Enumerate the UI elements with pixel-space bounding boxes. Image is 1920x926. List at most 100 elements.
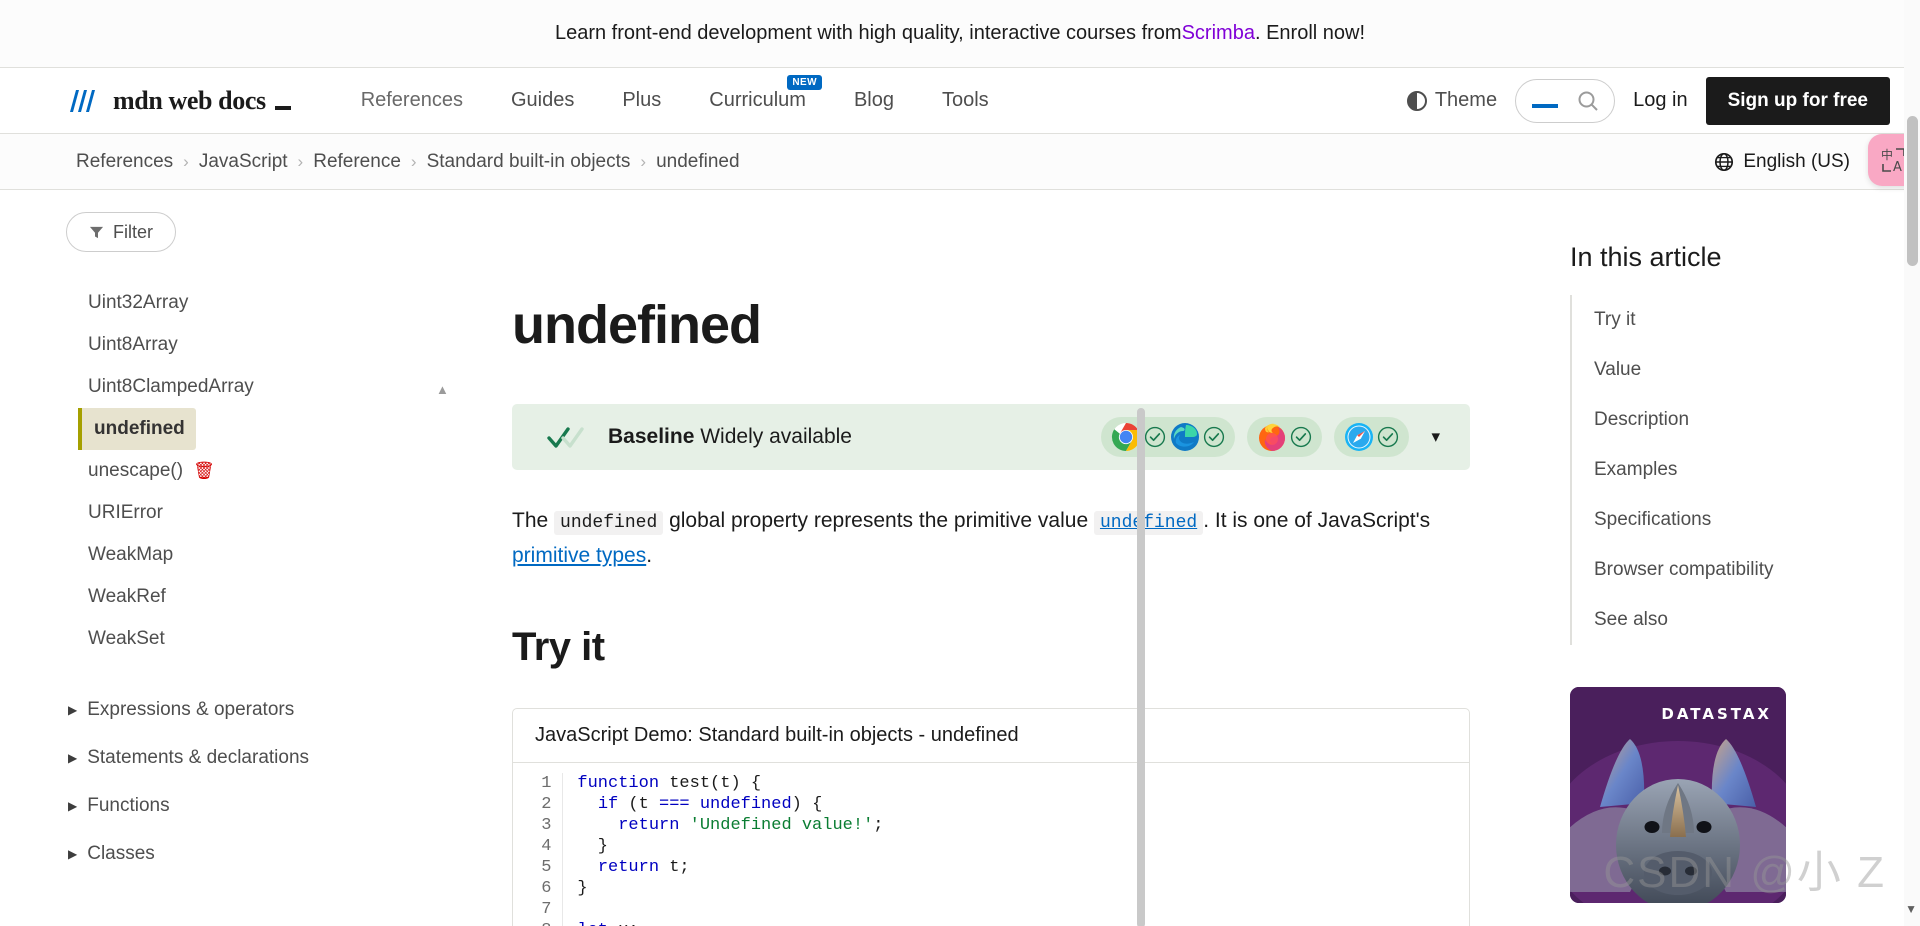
sidebar-item-label: unescape() — [88, 460, 184, 481]
nav-label: References — [360, 89, 463, 111]
sidebar-item-weakmap[interactable]: WeakMap — [0, 534, 452, 576]
promo-text-before: Learn front-end development with high qu… — [554, 22, 1182, 44]
intro-text-3: . It is one of JavaScript's — [1203, 509, 1431, 532]
sidebar-item-uint8clampedarray[interactable]: Uint8ClampedArray — [0, 366, 452, 408]
sidebar: Filter ▲ Uint32Array Uint8Array Uint8Cla… — [0, 190, 452, 926]
trash-icon: 🗑 — [193, 461, 215, 480]
search-caret — [1532, 103, 1559, 108]
nav-item-blog[interactable]: Blog — [830, 83, 918, 118]
language-label: English (US) — [1743, 150, 1850, 172]
baseline-widget[interactable]: Baseline Widely available ▾ — [512, 404, 1470, 470]
toc-item-value[interactable]: Value — [1572, 345, 1920, 395]
site-header: mdn web docs References Guides Plus Curr… — [0, 68, 1920, 134]
sidebar-item-weakref[interactable]: WeakRef — [0, 576, 452, 618]
toc-heading: In this article — [1570, 242, 1722, 272]
contrast-icon — [1406, 90, 1427, 111]
section-heading-try-it: Try it — [512, 625, 605, 670]
header-actions: Theme Log in Sign up for free — [1406, 76, 1890, 125]
ad-brand-text: DATASTAX — [1661, 705, 1772, 723]
sidebar-group-label: Expressions & operators — [87, 699, 295, 720]
sidebar-group-classes[interactable]: ▶ Classes — [0, 830, 452, 878]
language-selector[interactable]: English (US) — [1714, 151, 1890, 173]
sidebar-item-label: Uint32Array — [88, 292, 189, 313]
browser-group-firefox — [1247, 417, 1323, 457]
mdn-page: Learn front-end development with high qu… — [0, 0, 1920, 926]
nav-item-guides[interactable]: Guides — [487, 83, 598, 118]
nav-item-references[interactable]: References — [337, 83, 487, 118]
globe-icon — [1715, 152, 1734, 171]
baseline-label: Baseline Widely available — [608, 425, 852, 449]
filter-button[interactable]: Filter — [66, 212, 176, 252]
search-icon — [1578, 91, 1598, 111]
sidebar-group-expressions-operators[interactable]: ▶ Expressions & operators — [0, 686, 452, 734]
theme-toggle-button[interactable]: Theme — [1406, 89, 1497, 112]
page-scrollbar[interactable]: ▼ — [1904, 0, 1920, 926]
sidebar-item-label: WeakMap — [88, 544, 174, 565]
demo-panel: JavaScript Demo: Standard built-in objec… — [512, 708, 1470, 926]
search-input[interactable] — [1515, 78, 1616, 123]
toc-item-browser-compatibility[interactable]: Browser compatibility — [1572, 545, 1920, 595]
sidebar-item-label: undefined — [94, 418, 185, 439]
promo-text-after: . Enroll now! — [1254, 22, 1366, 44]
nav-label: Blog — [853, 89, 894, 111]
baseline-name: Baseline — [608, 425, 695, 448]
signup-button[interactable]: Sign up for free — [1705, 76, 1890, 125]
login-link[interactable]: Log in — [1633, 89, 1688, 112]
breadcrumb-item-undefined: undefined — [656, 150, 740, 172]
mdn-logo[interactable]: mdn web docs — [68, 86, 291, 116]
promo-link-scrimba[interactable]: Scrimba — [1182, 22, 1255, 45]
sidebar-item-label: WeakSet — [88, 628, 165, 649]
safari-icon — [1344, 422, 1399, 452]
advertisement[interactable]: DATASTAX — [1570, 687, 1786, 903]
toc-sidebar: In this article Try it Value Description… — [1540, 190, 1920, 926]
sidebar-item-weakset[interactable]: WeakSet — [0, 618, 452, 660]
chevron-right-icon: ▶ — [68, 847, 78, 861]
sidebar-group-functions[interactable]: ▶ Functions — [0, 782, 452, 830]
nav-item-tools[interactable]: Tools — [918, 83, 1013, 118]
svg-text:中: 中 — [1881, 147, 1893, 162]
content-scrollbar-thumb[interactable] — [1137, 408, 1145, 926]
breadcrumb-item-references[interactable]: References — [68, 151, 181, 173]
baseline-check-icon — [547, 427, 584, 448]
toc-item-see-also[interactable]: See also — [1572, 595, 1920, 645]
intro-text-4: . — [646, 543, 653, 567]
sidebar-item-urierror[interactable]: URIError — [0, 492, 452, 534]
sidebar-group-label: Functions — [87, 795, 170, 816]
new-badge: NEW — [787, 75, 822, 90]
browser-group-safari — [1334, 417, 1410, 457]
baseline-status: Widely available — [700, 425, 852, 448]
sidebar-list: Uint32Array Uint8Array Uint8ClampedArray… — [0, 282, 452, 660]
toc-item-examples[interactable]: Examples — [1572, 445, 1920, 495]
nav-item-curriculum[interactable]: Curriculum NEW — [685, 75, 830, 118]
toc-item-try-it[interactable]: Try it — [1572, 295, 1920, 345]
mdn-logo-mark — [70, 89, 95, 112]
breadcrumb-item-standard-built-in-objects[interactable]: Standard built-in objects — [419, 151, 639, 173]
scroll-down-arrow-icon[interactable]: ▼ — [1905, 902, 1917, 916]
chevron-down-icon[interactable]: ▾ — [1431, 427, 1440, 447]
breadcrumb-item-reference[interactable]: Reference — [305, 151, 409, 173]
breadcrumb-item-javascript[interactable]: JavaScript — [191, 151, 296, 173]
breadcrumb-separator: › — [183, 151, 189, 171]
sidebar-item-label: Uint8ClampedArray — [88, 376, 254, 397]
sidebar-group-label: Classes — [87, 843, 155, 864]
intro-paragraph: The undefined global property represents… — [512, 504, 1470, 573]
nav-item-plus[interactable]: Plus — [598, 83, 685, 118]
sidebar-item-undefined[interactable]: undefined — [78, 408, 196, 450]
sidebar-group-statements-declarations[interactable]: ▶ Statements & declarations — [0, 734, 452, 782]
sidebar-item-unescape[interactable]: unescape() 🗑 — [0, 450, 452, 492]
code-block[interactable]: 1 2 3 4 5 6 7 8 9 10 11 function test(t)… — [513, 763, 1469, 926]
sidebar-item-label: URIError — [88, 502, 163, 523]
toc-item-specifications[interactable]: Specifications — [1572, 495, 1920, 545]
sidebar-item-label: WeakRef — [88, 586, 166, 607]
link-undefined-value[interactable]: undefined — [1093, 511, 1204, 535]
browser-group-chromium — [1101, 417, 1236, 457]
nav-label: Curriculum — [709, 89, 806, 111]
link-primitive-types[interactable]: primitive types — [512, 544, 646, 567]
code-text: function test(t) { if (t === undefined) … — [577, 774, 884, 926]
sidebar-item-uint8array[interactable]: Uint8Array — [0, 324, 452, 366]
sidebar-item-uint32array[interactable]: Uint32Array — [0, 282, 452, 324]
intro-text-1: The — [512, 509, 555, 532]
page-scrollbar-thumb[interactable] — [1907, 116, 1918, 266]
toc-item-description[interactable]: Description — [1572, 395, 1920, 445]
filter-label: Filter — [113, 221, 153, 242]
